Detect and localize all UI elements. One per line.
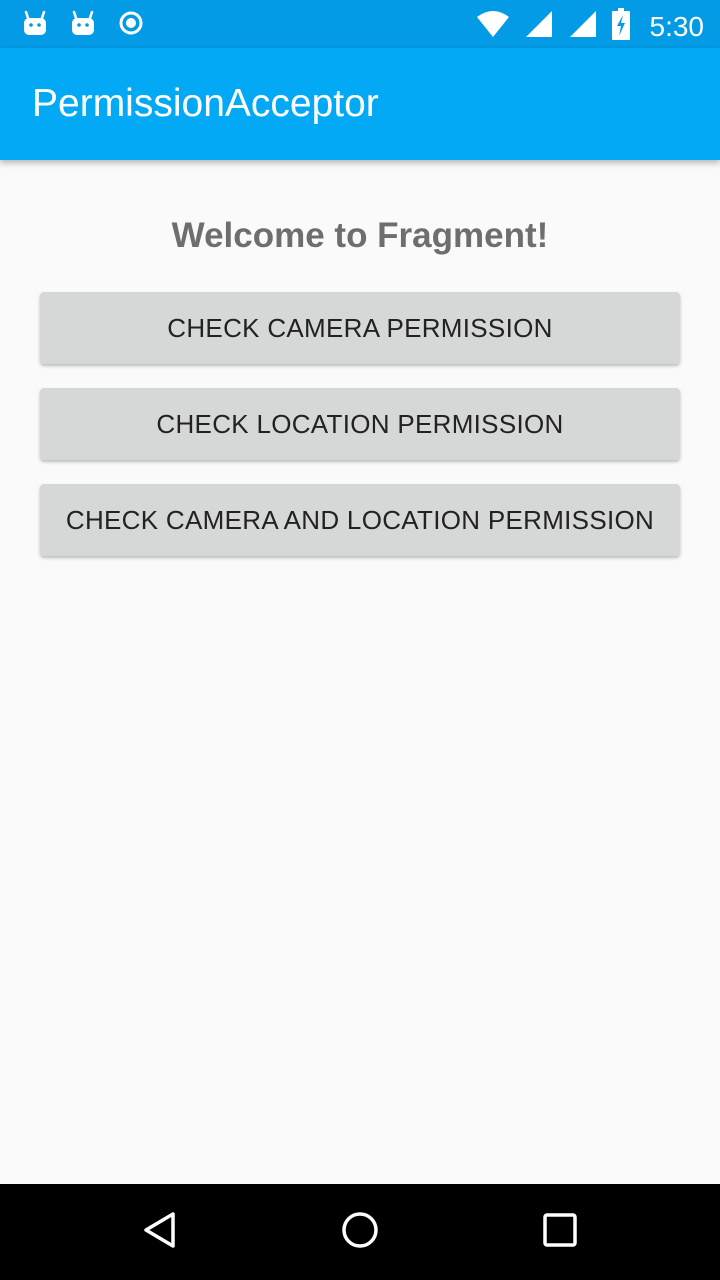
wifi-icon (476, 9, 510, 44)
android-notification-icon (70, 10, 96, 41)
welcome-text: Welcome to Fragment! (171, 216, 549, 255)
system-status-icons: 5:30 (476, 8, 705, 45)
check-camera-and-location-permission-button[interactable]: CHECK CAMERA AND LOCATION PERMISSION (40, 484, 680, 556)
fragment-content: Welcome to Fragment! CHECK CAMERA PERMIS… (0, 160, 720, 1184)
app-title: PermissionAcceptor (32, 82, 379, 125)
home-button[interactable] (336, 1208, 384, 1256)
status-bar: 5:30 (0, 0, 720, 48)
back-icon (140, 1210, 180, 1255)
check-camera-permission-button[interactable]: CHECK CAMERA PERMISSION (40, 292, 680, 364)
notification-icons (22, 10, 144, 41)
app-bar: PermissionAcceptor (0, 48, 720, 160)
navigation-bar (0, 1184, 720, 1280)
android-notification-icon (22, 10, 48, 41)
status-clock: 5:30 (649, 10, 705, 42)
signal-icon (568, 9, 598, 44)
back-button[interactable] (136, 1208, 184, 1256)
signal-icon (524, 9, 554, 44)
screen: 5:30 PermissionAcceptor Welcome to Fragm… (0, 0, 720, 1280)
home-icon (340, 1210, 380, 1255)
battery-charging-icon (611, 8, 630, 45)
recents-button[interactable] (536, 1208, 584, 1256)
check-location-permission-button[interactable]: CHECK LOCATION PERMISSION (40, 388, 680, 460)
sync-circle-icon (118, 10, 144, 41)
recents-icon (540, 1210, 580, 1255)
